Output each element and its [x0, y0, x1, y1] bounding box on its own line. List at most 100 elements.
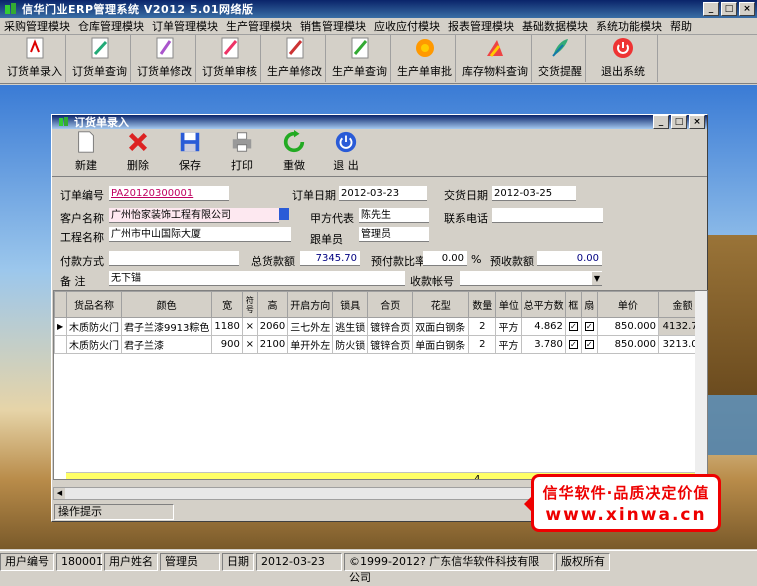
delete-button[interactable]: 删除 [112, 130, 164, 176]
new-button[interactable]: 新建 [60, 130, 112, 176]
cell-hinge[interactable]: 镀锌合页 [367, 335, 414, 354]
leaf-checkbox[interactable]: ✓ [584, 322, 594, 331]
total-field[interactable]: 7345.70 [300, 251, 360, 266]
cell-unit[interactable]: 平方 [495, 335, 523, 354]
col-product[interactable]: 货品名称 [65, 291, 122, 318]
order-date-field[interactable]: 2012-03-23 [339, 186, 427, 201]
leaf-checkbox[interactable]: ✓ [584, 340, 594, 349]
cell-direction[interactable]: 三七外左 [287, 317, 334, 336]
col-leaf[interactable]: 扇 [580, 291, 598, 318]
menu-receivable[interactable]: 应收应付模块 [370, 18, 444, 34]
cell-lock[interactable]: 逃生锁 [332, 317, 369, 336]
cell-color[interactable]: 君子兰漆 [120, 335, 213, 354]
note-field[interactable]: 无下锚 [109, 271, 405, 286]
cell-qty[interactable]: 2 [468, 335, 497, 354]
menu-system[interactable]: 系统功能模块 [592, 18, 666, 34]
menu-purchase[interactable]: 采购管理模块 [0, 18, 74, 34]
cell-direction[interactable]: 单开外左 [287, 335, 334, 354]
prepay-field[interactable]: 0.00 [537, 251, 602, 266]
col-qty[interactable]: 数量 [468, 291, 497, 318]
delivery-reminder-button[interactable]: 交货提醒 [535, 35, 586, 82]
rep-field[interactable]: 陈先生 [359, 208, 429, 223]
customer-field[interactable]: 广州怡家装饰工程有限公司 [109, 208, 279, 223]
cell-pattern[interactable]: 双面白钢条 [412, 317, 470, 336]
follower-field[interactable]: 管理员 [359, 227, 429, 242]
cell-height[interactable]: 2100 [256, 335, 289, 354]
cell-hinge[interactable]: 镀锌合页 [367, 317, 414, 336]
cell-height[interactable]: 2060 [256, 317, 289, 336]
account-select[interactable] [460, 271, 602, 286]
child-close-button[interactable]: × [689, 115, 705, 129]
col-pattern[interactable]: 花型 [412, 291, 470, 318]
order-audit-button[interactable]: 订货单审核 [199, 35, 261, 82]
cell-width[interactable]: 1180 [211, 317, 243, 336]
menu-warehouse[interactable]: 仓库管理模块 [74, 18, 148, 34]
cell-frame[interactable]: ✓ [564, 317, 582, 336]
order-query-button[interactable]: 订货单查询 [69, 35, 131, 82]
payment-field[interactable] [109, 251, 239, 266]
col-price[interactable]: 单价 [596, 291, 660, 318]
child-maximize-button[interactable]: □ [671, 115, 687, 129]
col-unit[interactable]: 单位 [495, 291, 523, 318]
prod-approve-button[interactable]: 生产单审批 [394, 35, 456, 82]
cell-symbol[interactable]: × [241, 335, 258, 354]
order-entry-button[interactable]: 订货单录入 [4, 35, 66, 82]
cell-frame[interactable]: ✓ [564, 335, 582, 354]
cell-leaf[interactable]: ✓ [580, 317, 598, 336]
delivery-date-field[interactable]: 2012-03-25 [492, 186, 576, 201]
prod-query-button[interactable]: 生产单查询 [329, 35, 391, 82]
cell-leaf[interactable]: ✓ [580, 335, 598, 354]
cell-pattern[interactable]: 单面白钢条 [412, 335, 470, 354]
cell-price[interactable]: 850.000 [596, 335, 660, 354]
vertical-scrollbar[interactable] [695, 291, 707, 479]
child-minimize-button[interactable]: _ [653, 115, 669, 129]
customer-lookup-button[interactable] [279, 208, 289, 220]
exit-button[interactable]: 退 出 [320, 130, 372, 176]
prod-edit-button[interactable]: 生产单修改 [264, 35, 326, 82]
cell-area[interactable]: 4.862 [521, 317, 566, 336]
col-frame[interactable]: 框 [564, 291, 582, 318]
phone-field[interactable] [492, 208, 603, 223]
cell-product[interactable]: 木质防火门 [65, 335, 122, 354]
exit-system-button[interactable]: 退出系统 [589, 35, 658, 82]
col-direction[interactable]: 开启方向 [287, 291, 334, 318]
menu-basedata[interactable]: 基础数据模块 [518, 18, 592, 34]
scroll-left-icon[interactable]: ◀ [54, 488, 65, 499]
frame-checkbox[interactable]: ✓ [568, 322, 578, 331]
chevron-down-icon[interactable]: ▼ [592, 272, 602, 285]
redo-button[interactable]: 重做 [268, 130, 320, 176]
col-width[interactable]: 宽 [211, 291, 243, 318]
col-height[interactable]: 高 [256, 291, 289, 318]
cell-qty[interactable]: 2 [468, 317, 497, 336]
cell-width[interactable]: 900 [211, 335, 243, 354]
col-area[interactable]: 总平方数 [521, 291, 566, 318]
cell-unit[interactable]: 平方 [495, 317, 523, 336]
col-lock[interactable]: 锁具 [332, 291, 369, 318]
order-edit-button[interactable]: 订货单修改 [134, 35, 196, 82]
menu-report[interactable]: 报表管理模块 [444, 18, 518, 34]
col-color[interactable]: 颜色 [120, 291, 213, 318]
stock-query-button[interactable]: 库存物料查询 [459, 35, 532, 82]
col-symbol[interactable]: 符号 [241, 291, 258, 318]
cell-area[interactable]: 3.780 [521, 335, 566, 354]
table-row[interactable]: ▶ 木质防火门 君子兰漆9913粽色 1180 × 2060 三七外左 逃生锁 … [54, 317, 707, 336]
menu-production[interactable]: 生产管理模块 [222, 18, 296, 34]
save-button[interactable]: 保存 [164, 130, 216, 176]
cell-product[interactable]: 木质防火门 [65, 317, 122, 336]
project-field[interactable]: 广州市中山国际大厦 [109, 227, 291, 242]
print-button[interactable]: 打印 [216, 130, 268, 176]
order-no-field[interactable]: PA20120300001 [109, 186, 229, 201]
menu-order[interactable]: 订单管理模块 [148, 18, 222, 34]
close-button[interactable]: × [739, 2, 755, 16]
col-hinge[interactable]: 合页 [367, 291, 414, 318]
menu-help[interactable]: 帮助 [666, 18, 696, 34]
cell-price[interactable]: 850.000 [596, 317, 660, 336]
prepay-ratio-field[interactable]: 0.00 [423, 251, 467, 266]
frame-checkbox[interactable]: ✓ [568, 340, 578, 349]
table-row[interactable]: 木质防火门 君子兰漆 900 × 2100 单开外左 防火锁 镀锌合页 单面白钢… [54, 335, 707, 354]
cell-symbol[interactable]: × [241, 317, 258, 336]
minimize-button[interactable]: _ [703, 2, 719, 16]
maximize-button[interactable]: □ [721, 2, 737, 16]
menu-sales[interactable]: 销售管理模块 [296, 18, 370, 34]
cell-color[interactable]: 君子兰漆9913粽色 [120, 317, 213, 336]
